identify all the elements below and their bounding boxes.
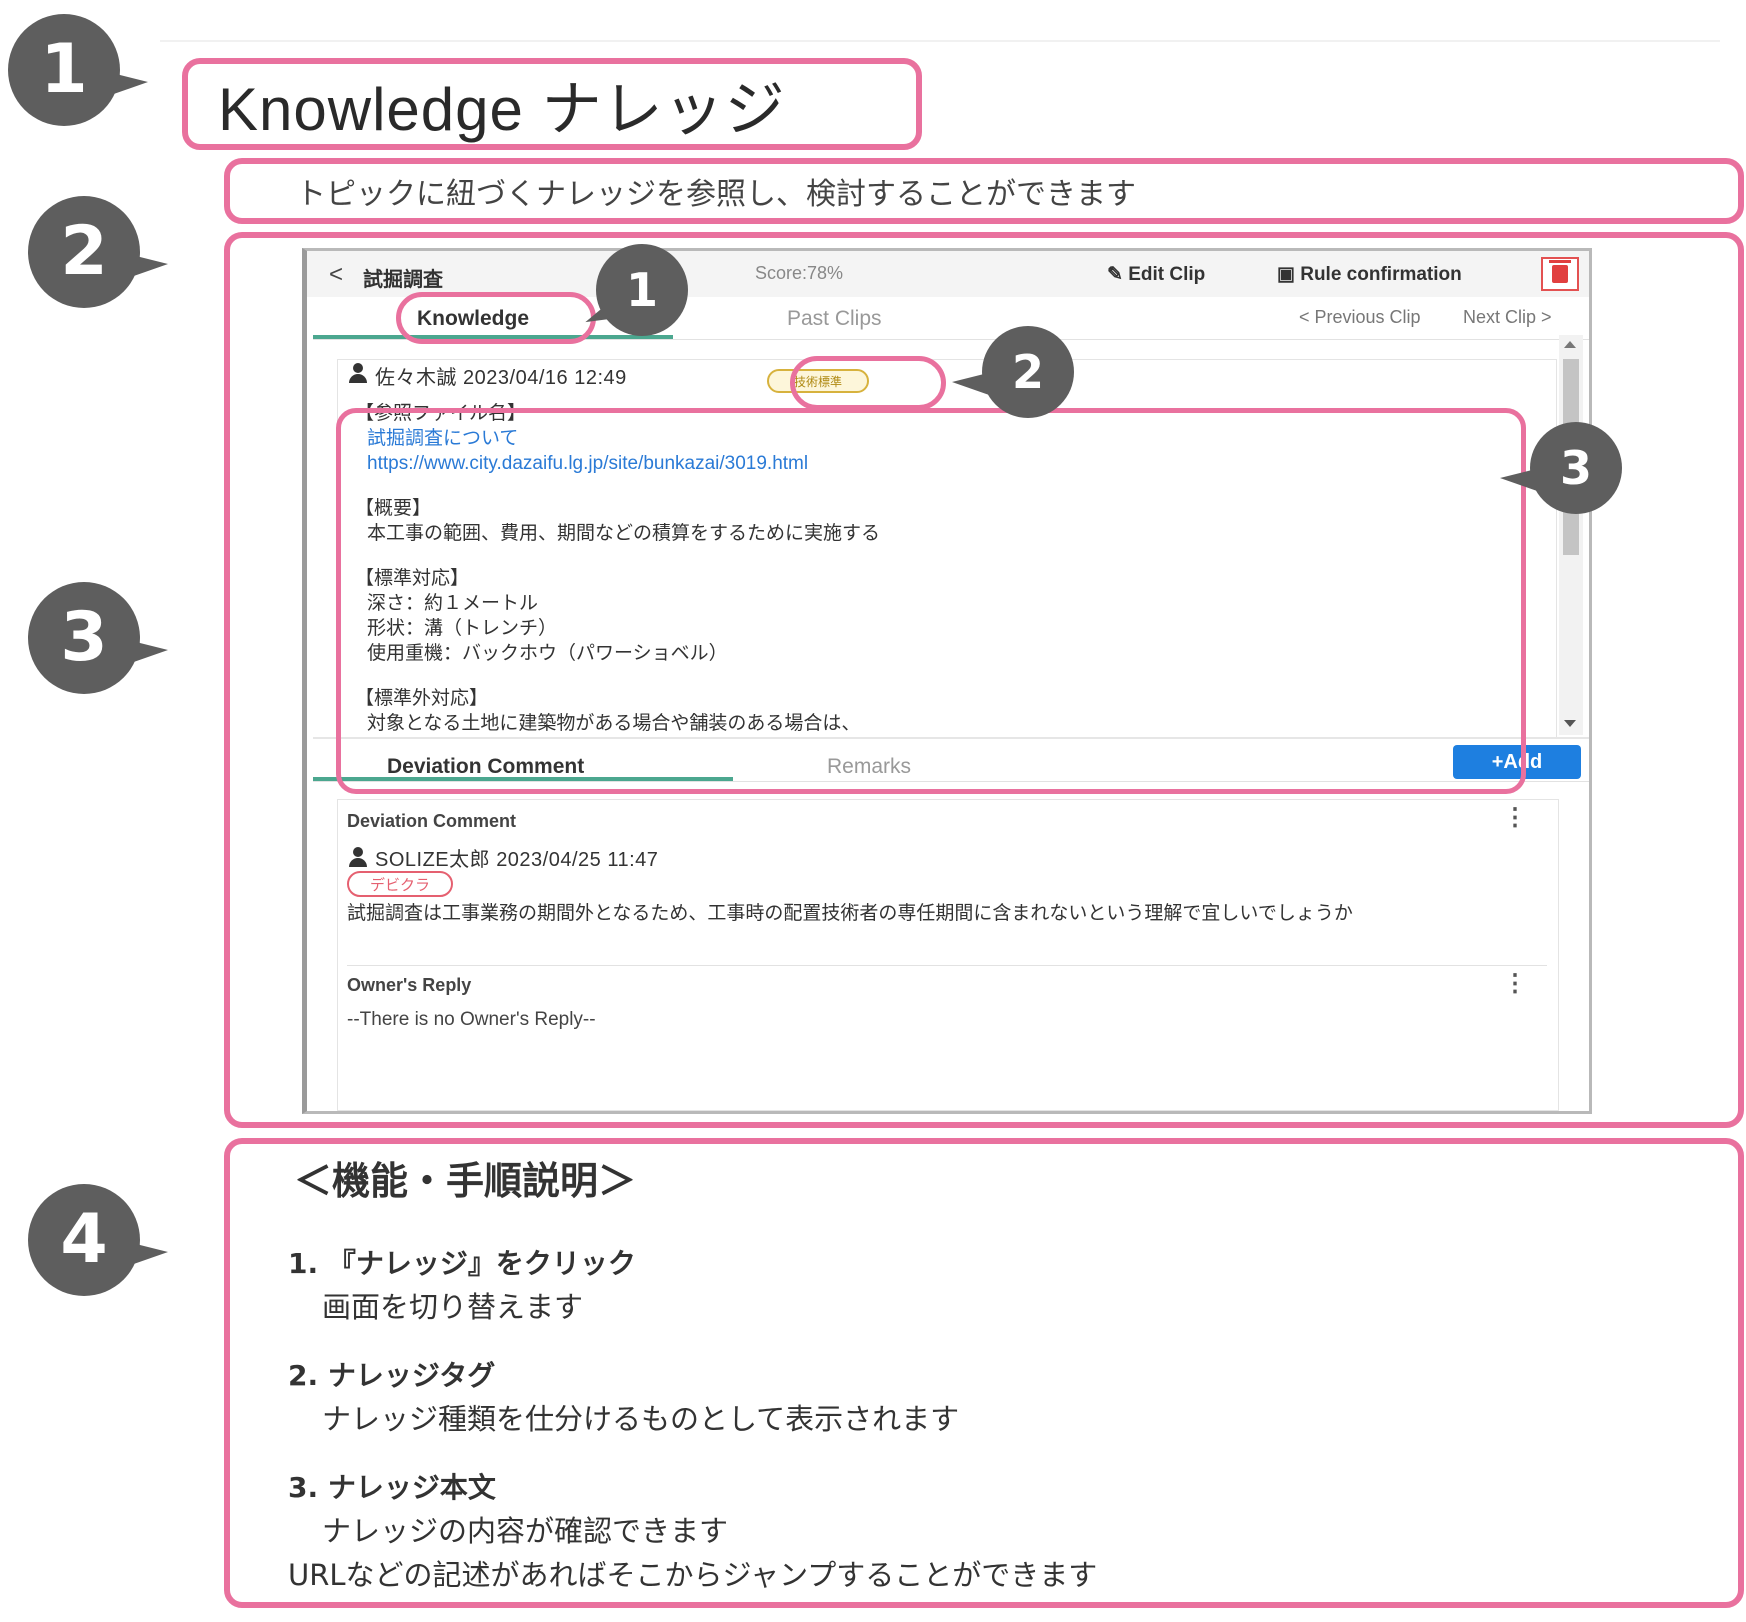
back-icon[interactable]: < [329,261,343,289]
page-subtitle: トピックに紐づくナレッジを参照し、検討することができます [296,177,1136,212]
highlight-knowledge-tab [396,292,596,344]
callout-number: 2 [1011,345,1044,399]
knowledge-author: 佐々木誠 2023/04/16 12:49 [375,367,627,389]
rule-confirmation-button[interactable]: ▣ Rule confirmation [1277,263,1462,286]
highlight-knowledge-body [336,408,1526,794]
user-icon [349,847,367,867]
comment-title: Deviation Comment [347,811,517,831]
callout-4: 4 [28,1184,168,1296]
step-3-title: 3. ナレッジ本文 [288,1471,496,1504]
previous-clip-link[interactable]: < Previous Clip [1299,307,1421,328]
callout-number: 3 [1559,441,1592,495]
score-label: Score:78% [755,263,844,283]
scroll-up-icon[interactable] [1564,341,1576,348]
step-3-desc: ナレッジの内容が確認できます [322,1514,729,1548]
inner-callout-1: 1 [596,244,688,336]
page: 1 2 3 4 Knowledge ナレッジ トピックに紐づくナレッジを参照し、… [0,0,1746,1622]
callout-number: 1 [40,30,88,109]
callout-number: 4 [60,1200,108,1279]
tab-past-clips[interactable]: Past Clips [787,307,882,331]
callout-1: 1 [8,14,148,126]
book-icon: ▣ [1277,264,1295,285]
trash-icon [1549,260,1571,283]
step-3-desc2: URLなどの記述があればそこからジャンプすることができます [288,1558,1098,1592]
comment-author: SOLIZE太郎 2023/04/25 11:47 [375,849,659,871]
next-clip-link[interactable]: Next Clip > [1463,307,1552,328]
reply-title: Owner's Reply [347,975,472,995]
page-title: Knowledge ナレッジ [218,75,786,143]
edit-clip-label: Edit Clip [1128,264,1206,285]
subtitle-box: トピックに紐づくナレッジを参照し、検討することができます [224,158,1744,224]
callout-number: 3 [60,598,108,677]
title-box: Knowledge ナレッジ [182,58,922,150]
howto-heading: ＜機能・手順説明＞ [294,1159,637,1203]
step-1-title: 1. 『ナレッジ』をクリック [288,1247,636,1280]
more-menu-icon[interactable]: ⋮ [1503,806,1527,830]
comment-tag[interactable]: デビクラ [347,871,453,897]
user-icon [349,363,367,383]
highlight-knowledge-tag [790,356,946,410]
reply-divider [347,965,1547,966]
callout-number: 2 [60,212,108,291]
callout-2: 2 [28,196,168,308]
more-menu-icon[interactable]: ⋮ [1503,972,1527,996]
scroll-down-icon[interactable] [1564,720,1576,727]
top-divider [160,40,1720,42]
step-2-desc: ナレッジ種類を仕分けるものとして表示されます [322,1402,960,1436]
inner-callout-3: 3 [1500,422,1622,514]
topic-title: 試掘調査 [363,269,443,291]
pencil-icon: ✎ [1107,264,1123,285]
comment-text: 試掘調査は工事業務の期間外となるため、工事時の配置技術者の専任期間に含まれないと… [347,903,1353,924]
knowledge-scrollbar[interactable] [1559,335,1583,735]
callout-number: 1 [625,263,658,317]
step-2-title: 2. ナレッジタグ [288,1359,496,1392]
callout-3: 3 [28,582,168,694]
rule-confirmation-label: Rule confirmation [1300,264,1462,285]
reply-text: --There is no Owner's Reply-- [347,1009,596,1030]
inner-callout-2: 2 [952,326,1074,418]
delete-button[interactable] [1541,257,1579,291]
step-1-desc: 画面を切り替えます [322,1290,584,1324]
edit-clip-button[interactable]: ✎ Edit Clip [1107,263,1205,286]
